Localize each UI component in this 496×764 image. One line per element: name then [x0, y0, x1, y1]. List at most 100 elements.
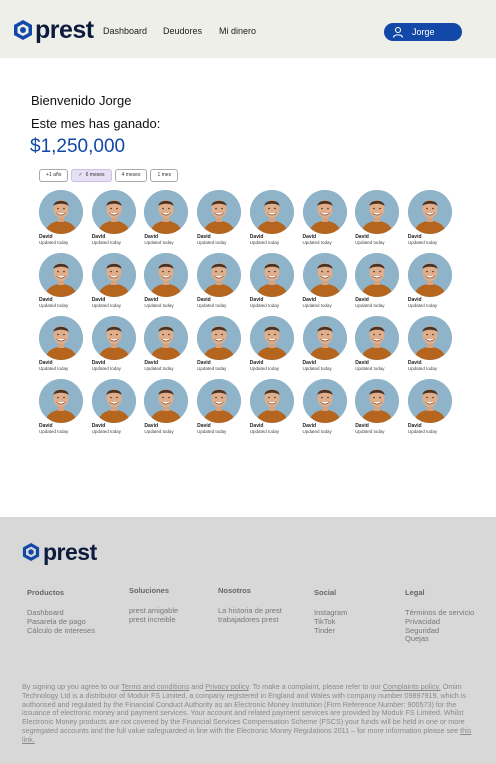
debtor-card[interactable]: David Updated today: [39, 316, 84, 376]
debtor-card[interactable]: David Updated today: [407, 379, 453, 439]
debtor-card[interactable]: David Updated today: [302, 190, 348, 250]
earned-amount: $1,250,000: [30, 136, 126, 157]
nav-deudores[interactable]: Deudores: [163, 26, 202, 36]
user-menu-button[interactable]: Jorge: [384, 23, 462, 41]
debtor-card[interactable]: David Updated today: [355, 253, 400, 313]
filter-label: 1 mes: [157, 172, 172, 178]
debtor-card[interactable]: David Updated today: [144, 316, 189, 376]
legal-text: Omim Technology Ltd is a distributor of …: [22, 682, 466, 735]
footer-link[interactable]: Quejas: [405, 635, 474, 644]
footer-link[interactable]: prest increible: [129, 615, 178, 625]
debtor-card[interactable]: David Updated today: [302, 379, 348, 439]
footer-col-legal: Legal Términos de servicio Privacidad Se…: [405, 588, 474, 644]
debtor-card[interactable]: David Updated today: [407, 190, 453, 250]
brand-name: prest: [43, 539, 97, 565]
debtor-card[interactable]: David Updated today: [91, 253, 137, 313]
debtor-status: Updated today: [407, 366, 438, 371]
debtor-status: Updated today: [355, 240, 385, 245]
debtor-card[interactable]: David Updated today: [355, 379, 400, 439]
debtor-status: Updated today: [144, 429, 174, 434]
privacy-link[interactable]: Privacy policy: [205, 682, 248, 691]
avatar: [91, 379, 136, 423]
footer-col-social: Social Instagram TikTok Tinder: [314, 588, 347, 635]
debtor-card[interactable]: David Updated today: [355, 190, 400, 250]
avatar: [197, 190, 242, 234]
nav-mi-dinero[interactable]: Mi dinero: [219, 26, 256, 36]
debtor-status: Updated today: [197, 366, 227, 371]
legal-text: By signing up you agree to our: [22, 682, 122, 691]
footer-link[interactable]: trabajadores prest: [218, 615, 282, 625]
debtor-card[interactable]: David Updated today: [91, 190, 137, 250]
footer-col-soluciones: Soluciones prest amigable prest increibl…: [129, 586, 178, 625]
footer-link[interactable]: Cálculo de intereses: [27, 626, 95, 636]
filter-1-year[interactable]: +1 año: [39, 169, 69, 182]
debtor-card[interactable]: David Updated today: [407, 316, 453, 376]
filter-6-months[interactable]: ✓ 6 meses: [71, 169, 112, 182]
debtor-card[interactable]: David Updated today: [91, 316, 137, 376]
site-footer: prest Productos Dashboard Pasarela de pa…: [0, 517, 496, 764]
avatar: [407, 379, 452, 423]
debtor-card[interactable]: David Updated today: [197, 316, 242, 376]
debtor-status: Updated today: [39, 366, 69, 371]
top-header: prest Dashboard Deudores Mi dinero Jorge: [0, 0, 496, 58]
debtor-card[interactable]: David Updated today: [39, 253, 84, 313]
avatar: [355, 316, 400, 360]
footer-link-tinder[interactable]: Tinder: [314, 626, 347, 636]
debtor-status: Updated today: [91, 366, 121, 371]
debtor-card[interactable]: David Updated today: [144, 253, 189, 313]
footer-brand-logo[interactable]: prest: [22, 540, 97, 564]
debtor-status: Updated today: [355, 366, 385, 371]
debtor-status: Updated today: [407, 240, 438, 245]
filter-1-month[interactable]: 1 mes: [150, 169, 179, 182]
debtor-card[interactable]: David Updated today: [249, 190, 295, 250]
avatar: [355, 379, 400, 423]
avatar: [302, 190, 347, 234]
debtor-status: Updated today: [144, 240, 174, 245]
legal-text: . To make a complaint, please refer to o…: [248, 682, 383, 691]
avatar: [39, 379, 83, 423]
debtor-status: Updated today: [249, 303, 280, 308]
debtor-card[interactable]: David Updated today: [249, 316, 295, 376]
debtor-status: Updated today: [39, 240, 69, 245]
debtor-card[interactable]: David Updated today: [197, 379, 242, 439]
debtor-status: Updated today: [197, 303, 227, 308]
avatar: [91, 253, 136, 297]
debtor-card[interactable]: David Updated today: [39, 379, 84, 439]
debtor-status: Updated today: [302, 366, 332, 371]
footer-col-nosotros: Nosotros La historia de prest trabajador…: [218, 586, 282, 625]
earned-label: Este mes has ganado:: [31, 116, 161, 131]
debtor-card[interactable]: David Updated today: [355, 316, 400, 376]
debtor-card[interactable]: David Updated today: [302, 253, 348, 313]
debtor-card[interactable]: David Updated today: [302, 316, 348, 376]
avatar: [91, 316, 136, 360]
footer-col-title: Soluciones: [129, 586, 170, 595]
avatar: [197, 316, 242, 360]
footer-col-productos: Productos Dashboard Pasarela de pago Cál…: [27, 588, 95, 635]
debtor-card[interactable]: David Updated today: [91, 379, 137, 439]
avatar: [91, 190, 136, 234]
debtor-card[interactable]: David Updated today: [39, 190, 84, 250]
terms-link[interactable]: Terms and conditions: [121, 682, 189, 691]
debtor-card[interactable]: David Updated today: [144, 190, 189, 250]
footer-col-title: Nosotros: [218, 586, 251, 595]
complaints-link[interactable]: Complaints policy.: [383, 682, 441, 691]
debtor-card[interactable]: David Updated today: [197, 190, 242, 250]
avatar: [355, 190, 400, 234]
filter-label: 4 meses: [121, 172, 141, 178]
debtor-card[interactable]: David Updated today: [249, 253, 295, 313]
debtor-card[interactable]: David Updated today: [197, 253, 242, 313]
brand-logo[interactable]: prest: [13, 16, 94, 44]
debtor-status: Updated today: [91, 303, 121, 308]
debtor-status: Updated today: [144, 366, 174, 371]
debtor-status: Updated today: [91, 429, 121, 434]
avatar: [144, 190, 189, 234]
avatar: [144, 253, 189, 297]
debtor-card[interactable]: David Updated today: [407, 253, 453, 313]
legal-text: and: [189, 682, 206, 691]
debtor-status: Updated today: [91, 240, 121, 245]
debtor-card[interactable]: David Updated today: [249, 379, 295, 439]
debtor-card[interactable]: David Updated today: [144, 379, 189, 439]
nav-dashboard[interactable]: Dashboard: [103, 26, 147, 36]
filter-4-months[interactable]: 4 meses: [114, 169, 148, 182]
debtor-status: Updated today: [302, 429, 332, 434]
